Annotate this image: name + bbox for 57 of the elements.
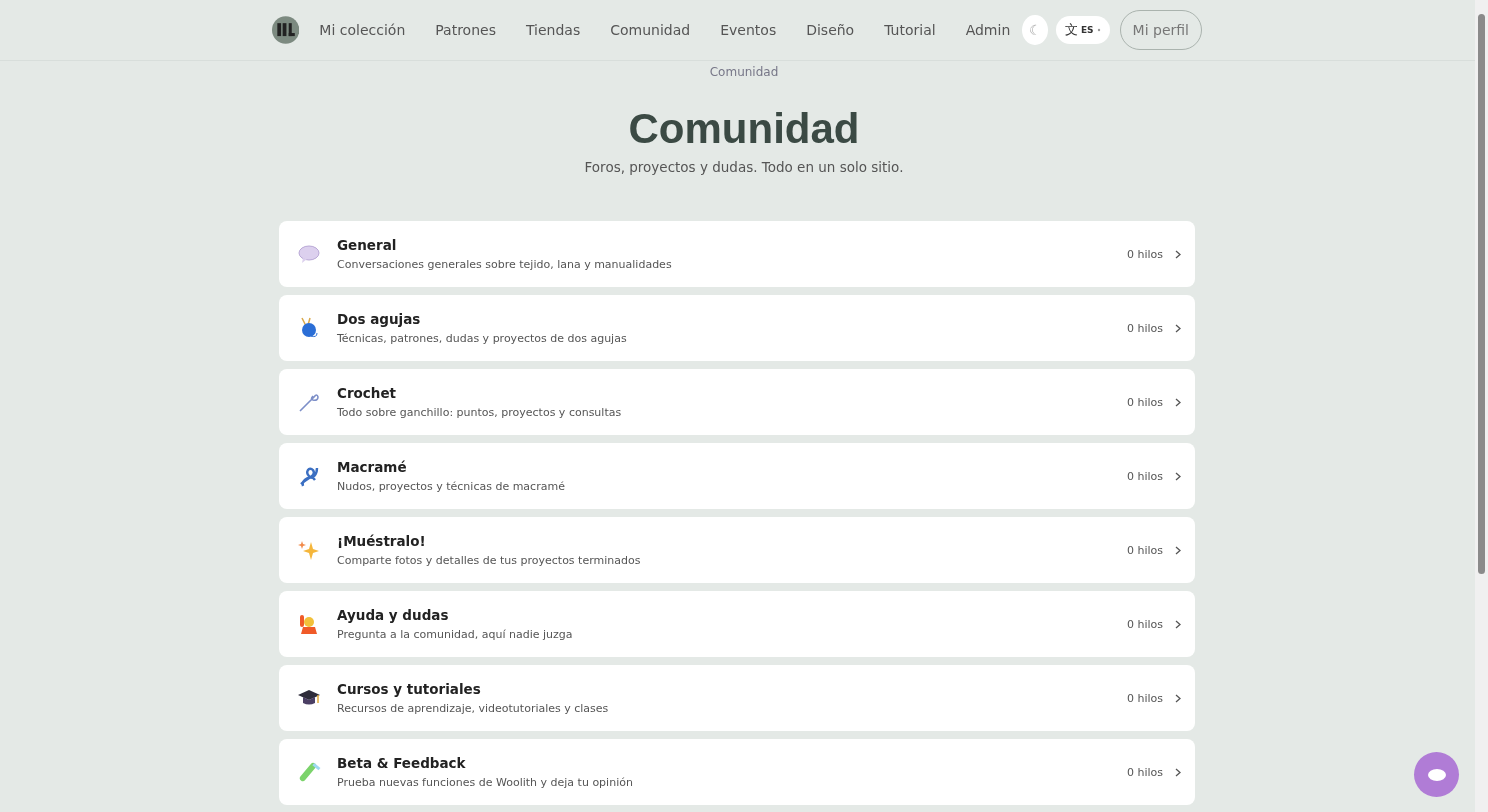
forum-name: Beta & Feedback (337, 755, 467, 771)
chevron-right-icon (1175, 323, 1181, 333)
nav-link[interactable]: Tutorial (884, 22, 936, 38)
language-button[interactable]: 文 ES (1055, 16, 1110, 44)
forum-name: General (337, 237, 398, 253)
nav-link[interactable]: Mi colección (319, 22, 406, 38)
forum-name: Cursos y tutoriales (337, 681, 482, 697)
thread-count: 0 hilos (1126, 543, 1163, 557)
forum-card[interactable]: ¡Muéstralo! Comparte fotos y detalles de tus proyectos terminados 0 hilos (279, 517, 1195, 583)
chevron-right-icon (1175, 397, 1181, 407)
forum-description: Conversaciones generales sobre tejido, lana y manualidades (337, 258, 673, 271)
thread-count: 0 hilos (1126, 691, 1163, 705)
nav-link[interactable]: Comunidad (610, 22, 691, 38)
breadcrumb: Comunidad (708, 65, 780, 79)
chevron-right-icon (1175, 767, 1181, 777)
forum-card[interactable]: Dos agujas Técnicas, patrones, dudas y proyectos de dos agujas 0 hilos (279, 295, 1195, 361)
chevron-right-icon (1175, 619, 1181, 629)
nav-link[interactable]: Admin (965, 22, 1011, 38)
nav-link[interactable]: Eventos (720, 22, 777, 38)
forum-card[interactable]: General Conversaciones generales sobre tejido, lana y manualidades 0 hilos (279, 221, 1195, 287)
nav-link[interactable]: Tiendas (525, 22, 581, 38)
chevron-right-icon (1175, 693, 1181, 703)
chat-bubble-icon (1426, 767, 1447, 782)
forum-description: Todo sobre ganchillo: puntos, proyectos y consultas (337, 406, 623, 419)
forum-card[interactable]: Crochet Todo sobre ganchillo: puntos, proyectos y consultas 0 hilos (279, 369, 1195, 435)
nav-link[interactable]: Diseño (806, 22, 855, 38)
chevron-right-icon (1175, 471, 1181, 481)
thread-count: 0 hilos (1126, 469, 1163, 483)
nav-link[interactable]: Patrones (435, 22, 496, 38)
forum-card[interactable]: Ayuda y dudas Pregunta a la comunidad, aquí nadie juzga 0 hilos (279, 591, 1195, 657)
forum-description: Prueba nuevas funciones de Woolith y deja tu opinión (337, 776, 634, 789)
forum-name: Dos agujas (337, 311, 422, 327)
forum-card[interactable]: Cursos y tutoriales Recursos de aprendizaje, videotutoriales y clases 0 hilos (279, 665, 1195, 731)
page-title: Comunidad (627, 105, 861, 153)
forum-card[interactable]: Beta & Feedback Prueba nuevas funciones de Woolith y deja tu opinión 0 hilos (279, 739, 1195, 805)
thread-count: 0 hilos (1126, 617, 1163, 631)
chevron-right-icon (1175, 545, 1181, 555)
page-subtitle: Foros, proyectos y dudas. Todo en un solo sitio. (583, 159, 905, 175)
chevron-right-icon (1175, 249, 1181, 259)
forum-description: Nudos, proyectos y técnicas de macramé (337, 480, 566, 493)
forum-name: Crochet (337, 385, 398, 401)
forum-name: Macramé (337, 459, 408, 475)
forum-name: ¡Muéstralo! (337, 533, 427, 549)
scrollbar[interactable] (1475, 0, 1488, 812)
speech-bubble-icon (297, 242, 321, 266)
forum-description: Técnicas, patrones, dudas y proyectos de dos agujas (337, 332, 628, 345)
thread-count: 0 hilos (1126, 247, 1163, 261)
chat-button[interactable] (1414, 752, 1459, 797)
forum-description: Comparte fotos y detalles de tus proyectos terminados (337, 554, 642, 567)
thread-count: 0 hilos (1126, 321, 1163, 335)
forum-name: Ayuda y dudas (337, 607, 450, 623)
thread-count: 0 hilos (1126, 395, 1163, 409)
forum-description: Recursos de aprendizaje, videotutoriales y clases (337, 702, 610, 715)
forum-description: Pregunta a la comunidad, aquí nadie juzga (337, 628, 574, 641)
thread-count: 0 hilos (1126, 765, 1163, 779)
forum-card[interactable]: Macramé Nudos, proyectos y técnicas de macramé 0 hilos (279, 443, 1195, 509)
test-tube-icon (297, 760, 321, 784)
